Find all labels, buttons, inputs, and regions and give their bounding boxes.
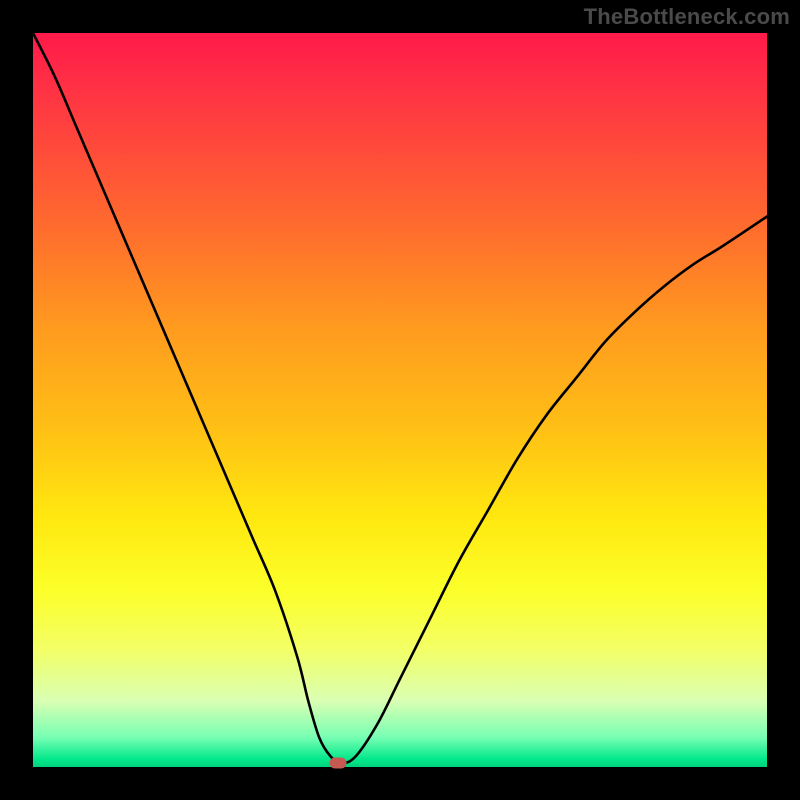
plot-area [33, 33, 767, 767]
curve-svg [33, 33, 767, 767]
optimal-point-marker [329, 758, 346, 769]
chart-frame: TheBottleneck.com [0, 0, 800, 800]
bottleneck-curve [33, 33, 767, 763]
watermark-text: TheBottleneck.com [584, 4, 790, 30]
